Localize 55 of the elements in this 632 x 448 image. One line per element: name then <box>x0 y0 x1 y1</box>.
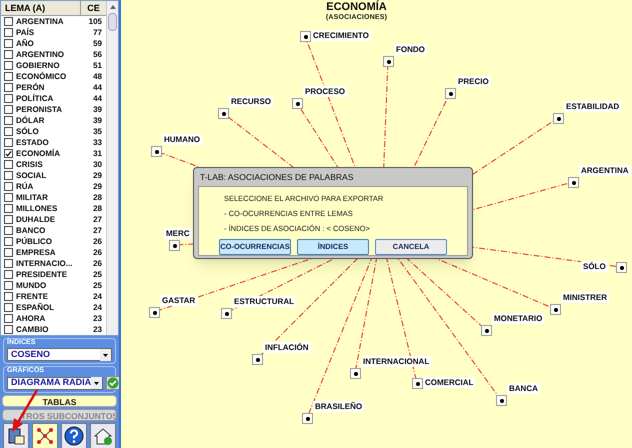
list-item[interactable]: PÚBLICO 26 <box>1 236 106 247</box>
list-item[interactable]: ARGENTINO 56 <box>1 49 106 60</box>
list-item[interactable]: POLÍTICA 44 <box>1 93 106 104</box>
list-item[interactable]: ARGENTINA 105 <box>1 16 106 27</box>
node-label: COMERCIAL <box>423 377 476 388</box>
dropdown[interactable]: COSENO <box>7 348 112 361</box>
dialog-title: T-LAB: ASOCIACIONES DE PALABRAS <box>199 171 354 184</box>
list-item[interactable]: PERÓN 44 <box>1 82 106 93</box>
chart-title: ECONOMÍA <box>326 1 387 13</box>
list-item[interactable]: MILITAR 28 <box>1 192 106 203</box>
panel-button[interactable]: TABLAS <box>2 395 117 407</box>
list-item[interactable]: DÓLAR 39 <box>1 115 106 126</box>
list-item[interactable]: AHORA 23 <box>1 313 106 324</box>
node-label: MONETARIO <box>492 313 544 324</box>
node-label: CRECIMIENTO <box>311 30 371 41</box>
list-item[interactable]: FRENTE 24 <box>1 291 106 302</box>
list-item[interactable]: DUHALDE 27 <box>1 214 106 225</box>
node-label: BRASILEÑO <box>313 401 364 412</box>
list-item[interactable]: SÓLO 35 <box>1 126 106 137</box>
node-label: MINISTRER <box>561 292 609 303</box>
list-item[interactable]: ECONÓMICO 48 <box>1 71 106 82</box>
node-label: FONDO <box>394 44 427 55</box>
list-item[interactable]: INTERNACIO... 26 <box>1 258 106 269</box>
list-item[interactable]: ESPAÑOL 24 <box>1 302 106 313</box>
dropdown[interactable]: DIAGRAMA RADIA <box>7 376 104 390</box>
list-item[interactable]: SOCIAL 29 <box>1 170 106 181</box>
node-label: INTERNACIONAL <box>361 356 432 367</box>
column-header[interactable]: CE <box>81 1 106 15</box>
list-item[interactable]: CAMBIO 23 <box>1 324 106 335</box>
list-item[interactable]: EMPRESA 26 <box>1 247 106 258</box>
list-item[interactable]: BANCO 27 <box>1 225 106 236</box>
node-label: ESTRUCTURAL <box>232 296 296 307</box>
list-item[interactable]: MUNDO 25 <box>1 280 106 291</box>
list-item[interactable]: PRESIDENTE 25 <box>1 269 106 280</box>
node-label: INFLACIÓN <box>263 342 311 353</box>
list-item[interactable]: AÑO 59 <box>1 38 106 49</box>
node-label: ARGENTINA <box>579 165 631 176</box>
list-item[interactable]: MILLONES 28 <box>1 203 106 214</box>
list-item[interactable]: GOBIERNO 51 <box>1 60 106 71</box>
list-item[interactable]: CRISIS 30 <box>1 159 106 170</box>
list-item[interactable]: ECONOMÍA 31 <box>1 148 106 159</box>
node-label: SÓLO <box>581 261 608 272</box>
node-label: MERC <box>164 228 192 239</box>
column-header[interactable]: LEMA (A) <box>1 1 81 15</box>
node-label: PRECIO <box>456 76 491 87</box>
node-label: HUMANO <box>162 134 202 145</box>
node-label: PROCESO <box>303 86 348 97</box>
node-label: ESTABILIDAD <box>564 101 622 112</box>
list-item[interactable]: PAÍS 77 <box>1 27 106 38</box>
list-item[interactable]: PERONISTA 39 <box>1 104 106 115</box>
list-item[interactable]: RÚA 29 <box>1 181 106 192</box>
list-item[interactable]: ESTADO 33 <box>1 137 106 148</box>
node-label: GASTAR <box>160 295 198 306</box>
node-label: RECURSO <box>229 96 274 107</box>
node-label: BANCA <box>507 383 540 394</box>
